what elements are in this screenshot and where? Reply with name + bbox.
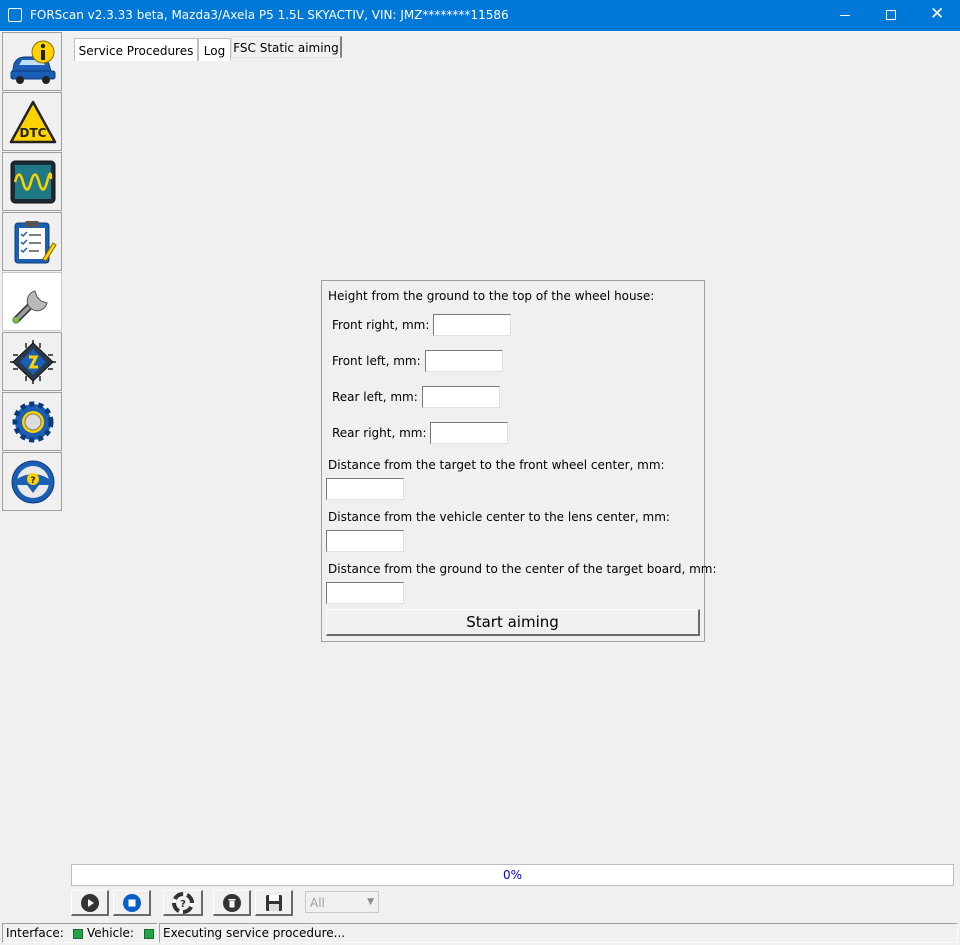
svg-text:?: ? [180,899,186,910]
lifebuoy-icon: ? [171,891,194,914]
help-wheel-icon: ? [11,460,55,504]
close-icon: ✕ [930,4,945,24]
rear-right-input[interactable] [430,422,508,444]
tab-fsc-static-aiming[interactable]: FSC Static aiming [231,36,342,58]
title-bar: FORScan v2.3.33 beta, Mazda3/Axela P5 1.… [0,0,960,31]
wrench-icon [12,290,48,324]
front-right-input[interactable] [433,314,511,336]
ground-target-label: Distance from the ground to the center o… [328,562,717,576]
rear-right-label: Rear right, mm: [332,426,427,440]
checklist-icon [14,221,57,264]
vehicle-label: Vehicle: [87,926,134,940]
wheel-house-heading: Height from the ground to the top of the… [328,289,655,303]
sidebar-item-vehicle-info[interactable] [2,32,62,91]
interface-status-led [73,929,83,939]
oscilloscope-icon [10,160,56,204]
stop-button[interactable] [113,890,151,916]
trash-icon [222,893,241,912]
dropdown-arrow-icon: ▼ [367,897,374,907]
tab-service-procedures[interactable]: Service Procedures [74,38,198,61]
save-button[interactable] [255,890,293,916]
tab-log[interactable]: Log [198,38,231,61]
sidebar-item-configuration[interactable] [2,332,62,391]
front-right-label: Front right, mm: [332,318,430,332]
sidebar-item-oscilloscope[interactable] [2,152,62,211]
front-left-input[interactable] [425,350,503,372]
minimize-icon [840,15,850,16]
status-bar: Interface: Vehicle: Executing service pr… [0,921,960,945]
sidebar-item-tests[interactable] [2,212,62,271]
rear-left-label: Rear left, mm: [332,390,418,404]
svg-text:?: ? [30,476,35,486]
sidebar-item-dtc[interactable]: DTC [2,92,62,151]
start-aiming-button[interactable]: Start aiming [326,609,700,636]
sidebar-item-help[interactable]: ? [2,452,62,511]
minimize-button[interactable] [822,0,868,31]
save-icon [265,894,282,911]
vehicle-lens-input[interactable] [326,530,404,552]
chip-icon [10,340,56,384]
status-message: Executing service procedure... [163,926,346,940]
help-button[interactable]: ? [163,890,203,916]
sidebar-item-settings[interactable] [2,392,62,451]
vehicle-lens-label: Distance from the vehicle center to the … [328,510,670,524]
interface-label: Interface: [6,926,64,940]
progress-text: 0% [502,868,523,882]
progress-bar: 0% [71,864,954,886]
window-title: FORScan v2.3.33 beta, Mazda3/Axela P5 1.… [30,8,509,22]
run-button[interactable] [71,890,109,916]
car-info-icon [10,40,56,84]
rear-left-input[interactable] [422,386,500,408]
log-filter-select[interactable]: All ▼ [305,891,379,913]
target-front-wheel-label: Distance from the target to the front wh… [328,458,665,472]
clear-button[interactable] [213,890,251,916]
connection-status: Interface: Vehicle: [2,923,158,943]
fsc-aiming-panel: Height from the ground to the top of the… [321,280,717,642]
ground-target-input[interactable] [326,582,404,604]
svg-text:DTC: DTC [20,126,47,140]
gear-icon [12,401,54,443]
close-button[interactable]: ✕ [914,0,960,31]
maximize-button[interactable] [868,0,914,31]
front-left-label: Front left, mm: [332,354,421,368]
status-message-cell: Executing service procedure... [159,923,958,943]
maximize-icon [886,10,896,20]
vehicle-status-led [144,929,154,939]
sidebar-item-service[interactable] [2,272,62,331]
dtc-warning-icon: DTC [9,100,57,144]
stop-icon [122,893,141,912]
log-filter-value: All [310,896,325,910]
app-icon [8,8,22,22]
target-front-wheel-input[interactable] [326,478,404,500]
play-icon [80,893,99,912]
